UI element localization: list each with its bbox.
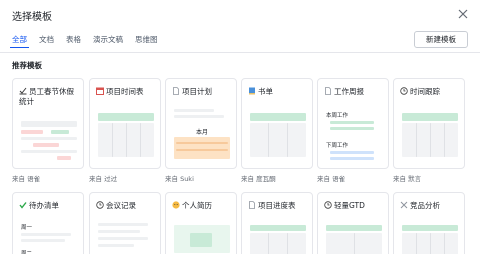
new-template-button[interactable]: 新建模板 — [414, 31, 468, 48]
doc-icon — [325, 87, 331, 95]
card-title: 待办清单 — [29, 201, 59, 210]
card-box: 工作周报 本周工作 下周工作 — [317, 78, 389, 169]
clock-icon — [400, 87, 408, 95]
template-card-project-plan[interactable]: 项目计划 本月 来自 Suki — [165, 78, 237, 183]
tab-mindmap[interactable]: 思维图 — [133, 34, 160, 48]
tab-slides[interactable]: 演示文稿 — [91, 34, 125, 48]
card-title: 会议记录 — [106, 201, 136, 210]
template-tabs: 全部 文档 表格 演示文稿 思维图 — [10, 34, 160, 48]
card-title: 竞品分析 — [410, 201, 440, 210]
tab-sheets[interactable]: 表格 — [64, 34, 83, 48]
template-card-resume[interactable]: 个人简历 — [165, 192, 237, 254]
card-title: 个人简历 — [182, 201, 212, 210]
book-icon — [249, 87, 255, 95]
card-thumbnail — [98, 113, 154, 157]
check-icon — [19, 202, 27, 209]
card-thumbnail — [402, 223, 458, 254]
todo-line-1: 周一 — [21, 225, 33, 231]
tab-all[interactable]: 全部 — [10, 34, 29, 48]
card-thumbnail — [326, 223, 382, 254]
close-icon[interactable] — [456, 7, 470, 21]
card-thumbnail — [250, 113, 306, 157]
template-card-weekly-report[interactable]: 工作周报 本周工作 下周工作 来自 语雀 — [317, 78, 389, 183]
todo-line-2: 周二 — [21, 251, 33, 254]
dialog-title: 选择模板 — [12, 12, 52, 23]
card-box: 员工春节休假统计 — [12, 78, 84, 169]
doc-icon — [249, 201, 255, 209]
template-card-project-timeline[interactable]: 项目时间表 来自 过过 — [89, 78, 161, 183]
card-box: 项目进度表 — [241, 192, 313, 254]
card-month-label: 本月 — [195, 129, 208, 136]
card-thumbnail — [402, 113, 458, 157]
card-title: 工作周报 — [334, 87, 364, 96]
card-box: 竞品分析 — [393, 192, 465, 254]
card-title: 轻量GTD — [334, 201, 365, 210]
card-thumbnail — [21, 121, 77, 161]
card-box: 书单 — [241, 78, 313, 169]
card-title: 员工春节休假统计 — [19, 87, 74, 106]
card-title: 时间跟踪 — [410, 87, 440, 96]
card-title: 项目时间表 — [106, 87, 144, 96]
card-source: 来自 过过 — [89, 175, 118, 183]
card-thumbnail — [250, 223, 306, 254]
card-thumbnail: 本周工作 下周工作 — [326, 109, 382, 163]
tab-docs[interactable]: 文档 — [37, 34, 56, 48]
card-box: 会议记录 — [89, 192, 161, 254]
card-box: 时间跟踪 — [393, 78, 465, 169]
card-thumbnail — [98, 221, 154, 254]
weekly-line-1: 本周工作 — [326, 113, 349, 119]
card-thumbnail: 本月 — [174, 109, 230, 163]
clock-icon — [96, 201, 104, 209]
card-box: 轻量GTD — [317, 192, 389, 254]
template-card-todo[interactable]: 待办清单 周一 周二 — [12, 192, 84, 254]
card-box: 个人简历 — [165, 192, 237, 254]
card-source: 来自 度瓦酮 — [241, 175, 276, 183]
section-title: 推荐模板 — [12, 61, 42, 70]
card-title: 书单 — [258, 87, 273, 96]
template-card-meeting-notes[interactable]: 会议记录 — [89, 192, 161, 254]
dialog-header: 选择模板 — [0, 0, 480, 30]
template-card-time-tracking[interactable]: 时间跟踪 来自 默言 — [393, 78, 465, 183]
card-title: 项目计划 — [182, 87, 212, 96]
template-card-book-list[interactable]: 书单 来自 度瓦酮 — [241, 78, 313, 183]
template-card-gtd[interactable]: 轻量GTD — [317, 192, 389, 254]
clock-icon — [324, 201, 332, 209]
card-box: 项目时间表 — [89, 78, 161, 169]
card-thumbnail: 周一 周二 — [21, 221, 77, 254]
calendar-icon — [96, 87, 104, 95]
card-source: 来自 语雀 — [317, 175, 346, 183]
template-card-project-progress[interactable]: 项目进度表 — [241, 192, 313, 254]
template-dialog: 选择模板 全部 文档 表格 演示文稿 思维图 新建模板 推荐模板 员工春节休假统… — [0, 0, 480, 254]
divider — [0, 52, 480, 53]
card-thumbnail — [174, 223, 230, 254]
tools-icon — [400, 201, 408, 209]
person-icon — [172, 201, 180, 209]
template-card-competitor-analysis[interactable]: 竞品分析 — [393, 192, 465, 254]
card-source: 来自 Suki — [165, 175, 194, 183]
card-source: 来自 语雀 — [12, 175, 41, 183]
doc-icon — [173, 87, 179, 95]
card-box: 待办清单 周一 周二 — [12, 192, 84, 254]
card-title: 项目进度表 — [258, 201, 296, 210]
weekly-line-2: 下周工作 — [326, 143, 349, 149]
template-card-vacation[interactable]: 员工春节休假统计 来自 语雀 — [12, 78, 84, 183]
checklist-icon — [19, 87, 27, 95]
card-source: 来自 默言 — [393, 175, 422, 183]
card-box: 项目计划 本月 — [165, 78, 237, 169]
